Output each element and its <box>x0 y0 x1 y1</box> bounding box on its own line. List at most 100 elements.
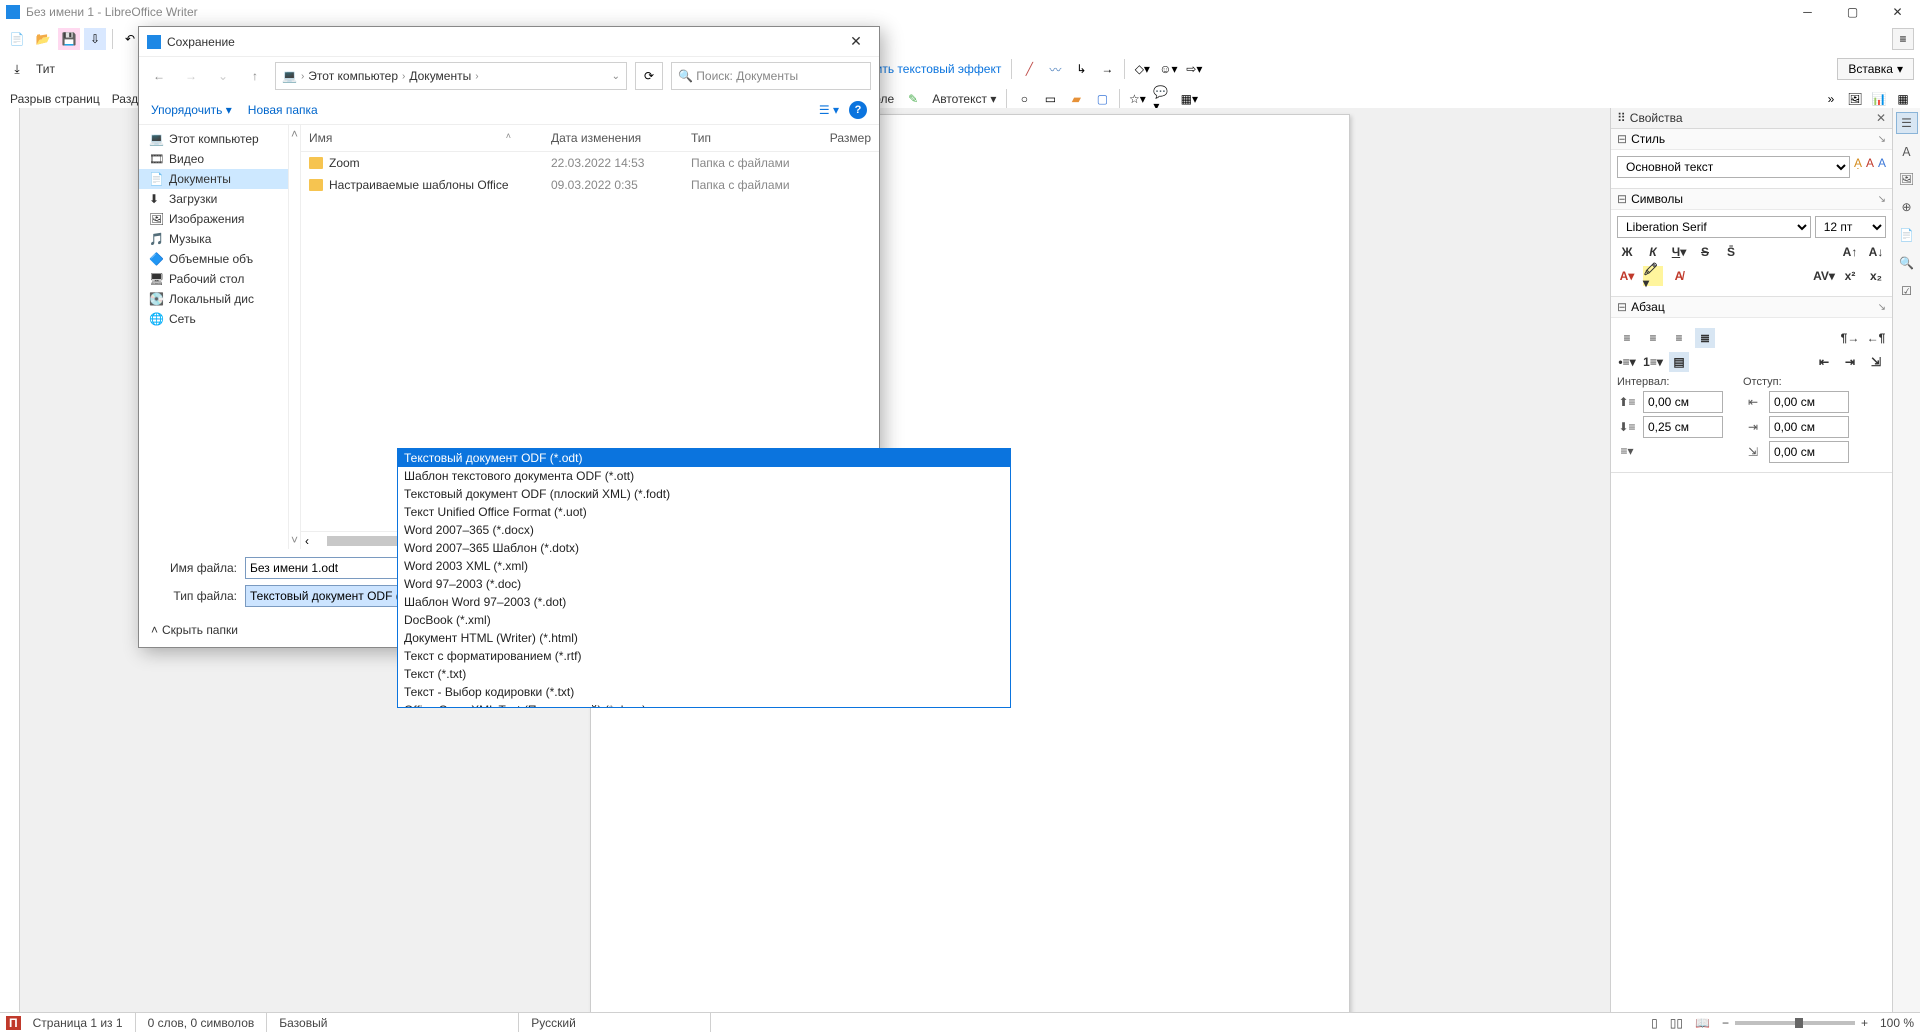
tree-item[interactable]: 💻Этот компьютер <box>139 129 288 149</box>
filetype-option[interactable]: Текстовый документ ODF (плоский XML) (*.… <box>398 485 1010 503</box>
highlight-icon[interactable]: A <box>1878 156 1886 178</box>
gallery-tab-icon[interactable]: 🖼 <box>1896 168 1918 190</box>
star-shapes-icon[interactable]: ☆▾ <box>1126 88 1148 110</box>
file-row[interactable]: Настраиваемые шаблоны Office 09.03.2022 … <box>301 174 879 196</box>
new-icon[interactable]: 📄 <box>6 28 28 50</box>
block-arrows-icon[interactable]: ⇨▾ <box>1183 58 1205 80</box>
insert-chart-icon[interactable]: 📊 <box>1868 88 1890 110</box>
paragraph-more-icon[interactable]: ↘ <box>1878 302 1886 313</box>
section-frag[interactable]: Разд <box>108 90 142 108</box>
filetype-option[interactable]: Документ HTML (Writer) (*.html) <box>398 629 1010 647</box>
save-status-icon[interactable]: П <box>6 1016 21 1030</box>
organize-button[interactable]: Упорядочить ▾ <box>151 103 232 117</box>
indent-right-icon[interactable]: ⇥ <box>1743 417 1763 437</box>
tree-item[interactable]: 🖼Изображения <box>139 209 288 229</box>
properties-tab-icon[interactable]: ☰ <box>1896 112 1918 134</box>
number-list-icon[interactable]: 1≡▾ <box>1643 352 1663 372</box>
filetype-option[interactable]: DocBook (*.xml) <box>398 611 1010 629</box>
styles-tab-icon[interactable]: Ａ <box>1896 140 1918 162</box>
font-color-icon[interactable]: A▾ <box>1617 266 1637 286</box>
insert-table-icon[interactable]: ▦ <box>1892 88 1914 110</box>
overline-icon[interactable]: S̄ <box>1721 242 1741 262</box>
connector-icon[interactable]: ↳ <box>1070 58 1092 80</box>
page-status[interactable]: Страница 1 из 1 <box>33 1013 136 1032</box>
col-type[interactable]: Тип <box>691 131 811 145</box>
tree-scroll-up-icon[interactable]: ˄ <box>291 127 298 141</box>
page-style-status[interactable]: Базовый <box>279 1013 519 1032</box>
tree-scroll-down-icon[interactable]: ˅ <box>291 533 298 547</box>
tree-item[interactable]: 🎵Музыка <box>139 229 288 249</box>
bold-icon[interactable]: Ж <box>1617 242 1637 262</box>
dialog-close-icon[interactable]: ✕ <box>841 27 871 57</box>
textbox-icon[interactable]: ▢ <box>1091 88 1113 110</box>
manage-tab-icon[interactable]: ☑ <box>1896 280 1918 302</box>
clear-format-icon[interactable]: A̸ <box>1669 266 1689 286</box>
space-below-icon[interactable]: ⬇≡ <box>1617 417 1637 437</box>
maximize-button[interactable]: ▢ <box>1830 0 1875 24</box>
nav-forward-icon[interactable]: → <box>179 64 203 88</box>
autotext-icon[interactable]: ✎ <box>902 88 924 110</box>
tree-item[interactable]: ⬇Загрузки <box>139 189 288 209</box>
page-break-icon[interactable]: ⤓ <box>6 58 28 80</box>
filetype-option[interactable]: Текстовый документ ODF (*.odt) <box>398 449 1010 467</box>
new-style-icon[interactable]: A <box>1866 156 1874 178</box>
filetype-option[interactable]: Office Open XML Text (Переходный) (*.doc… <box>398 701 1010 708</box>
filetype-option[interactable]: Word 2007–365 (*.docx) <box>398 521 1010 539</box>
page-tab-icon[interactable]: 📄 <box>1896 224 1918 246</box>
filetype-option[interactable]: Шаблон Word 97–2003 (*.dot) <box>398 593 1010 611</box>
space-below-input[interactable] <box>1643 416 1723 438</box>
hanging-icon[interactable]: ⇲ <box>1866 352 1886 372</box>
strike-icon[interactable]: S <box>1695 242 1715 262</box>
refresh-icon[interactable]: ⟳ <box>635 62 663 90</box>
inspect-tab-icon[interactable]: 🔍 <box>1896 252 1918 274</box>
curve-icon[interactable]: 〰 <box>1044 58 1066 80</box>
grow-font-icon[interactable]: A↑ <box>1840 242 1860 262</box>
filetype-option[interactable]: Word 2003 XML (*.xml) <box>398 557 1010 575</box>
vertical-ruler[interactable] <box>0 108 20 1012</box>
save-icon[interactable]: 💾 <box>58 28 80 50</box>
word-count[interactable]: 0 слов, 0 символов <box>148 1013 268 1032</box>
update-style-icon[interactable]: Ạ <box>1854 156 1862 178</box>
breadcrumb-root[interactable]: Этот компьютер <box>308 69 398 83</box>
export-icon[interactable]: ⇩ <box>84 28 106 50</box>
zoom-slider[interactable]: −+ <box>1722 1016 1868 1030</box>
new-folder-button[interactable]: Новая папка <box>248 103 318 117</box>
tree-item[interactable]: 🖥Рабочий стол <box>139 269 288 289</box>
page-break-label[interactable]: Разрыв страниц <box>6 90 104 108</box>
subscript-icon[interactable]: x₂ <box>1866 266 1886 286</box>
underline-icon[interactable]: Ч▾ <box>1669 242 1689 262</box>
autotext-label[interactable]: Автотекст ▾ <box>928 90 1000 108</box>
filetype-option[interactable]: Шаблон текстового документа ODF (*.ott) <box>398 467 1010 485</box>
help-icon[interactable]: ? <box>849 101 867 119</box>
hide-folders-button[interactable]: ˄ Скрыть папки <box>151 623 238 637</box>
folder-tree[interactable]: 💻Этот компьютер🎞Видео📄Документы⬇Загрузки… <box>139 125 289 549</box>
breadcrumb[interactable]: 💻 › Этот компьютер › Документы › ⌄ <box>275 62 627 90</box>
indent-inc-icon[interactable]: ⇥ <box>1840 352 1860 372</box>
bg-color-icon[interactable]: ▤ <box>1669 352 1689 372</box>
flowchart-shapes-icon[interactable]: ▦▾ <box>1178 88 1200 110</box>
bullet-list-icon[interactable]: •≡▾ <box>1617 352 1637 372</box>
paragraph-section-header[interactable]: ⊟ Абзац ↘ <box>1611 297 1892 318</box>
language-status[interactable]: Русский <box>531 1013 711 1032</box>
paragraph-style-select[interactable]: Основной текст <box>1617 156 1850 178</box>
spacing-icon[interactable]: AV▾ <box>1814 266 1834 286</box>
align-justify-icon[interactable]: ≣ <box>1695 328 1715 348</box>
open-icon[interactable]: 📂 <box>32 28 54 50</box>
highlight-color-icon[interactable]: 🖍▾ <box>1643 266 1663 286</box>
tree-item[interactable]: 📄Документы <box>139 169 288 189</box>
rect-icon[interactable]: ▭ <box>1039 88 1061 110</box>
filetype-option[interactable]: Текст - Выбор кодировки (*.txt) <box>398 683 1010 701</box>
nav-back-icon[interactable]: ← <box>147 64 171 88</box>
align-center-icon[interactable]: ≡ <box>1643 328 1663 348</box>
filetype-option[interactable]: Текст (*.txt) <box>398 665 1010 683</box>
insert-image-icon[interactable]: 🖼 <box>1844 88 1866 110</box>
view-single-icon[interactable]: ▯ <box>1651 1016 1658 1030</box>
style-section-header[interactable]: ⊟ Стиль ↘ <box>1611 129 1892 150</box>
arrow-icon[interactable]: → <box>1096 58 1118 80</box>
italic-icon[interactable]: К <box>1643 242 1663 262</box>
col-size[interactable]: Размер <box>811 131 871 145</box>
symbol-shapes-icon[interactable]: ☺▾ <box>1157 58 1179 80</box>
nav-recent-icon[interactable]: ⌄ <box>211 64 235 88</box>
file-row[interactable]: Zoom 22.03.2022 14:53 Папка с файлами <box>301 152 879 174</box>
tree-item[interactable]: 🎞Видео <box>139 149 288 169</box>
